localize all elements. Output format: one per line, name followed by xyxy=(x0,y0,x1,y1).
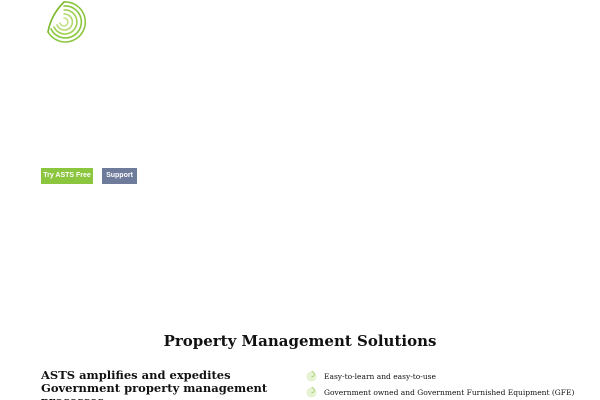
green-swirl-bullet-icon xyxy=(306,371,317,382)
section-title: Property Management Solutions xyxy=(163,332,437,350)
try-asts-free-button[interactable]: Try ASTS Free xyxy=(41,168,93,184)
feature-label: Easy-to-learn and easy-to-use xyxy=(324,372,436,381)
list-item: Government owned and Government Furnishe… xyxy=(306,385,596,400)
intro-text: ASTS amplifies and expedites Government … xyxy=(41,368,268,400)
feature-list: Easy-to-learn and easy-to-use Government… xyxy=(306,369,596,400)
feature-label: Government owned and Government Furnishe… xyxy=(324,388,575,397)
support-button[interactable]: Support xyxy=(102,168,137,184)
green-swirl-bullet-icon xyxy=(306,387,317,398)
asts-logo-icon[interactable] xyxy=(42,0,87,44)
list-item: Easy-to-learn and easy-to-use xyxy=(306,369,596,385)
